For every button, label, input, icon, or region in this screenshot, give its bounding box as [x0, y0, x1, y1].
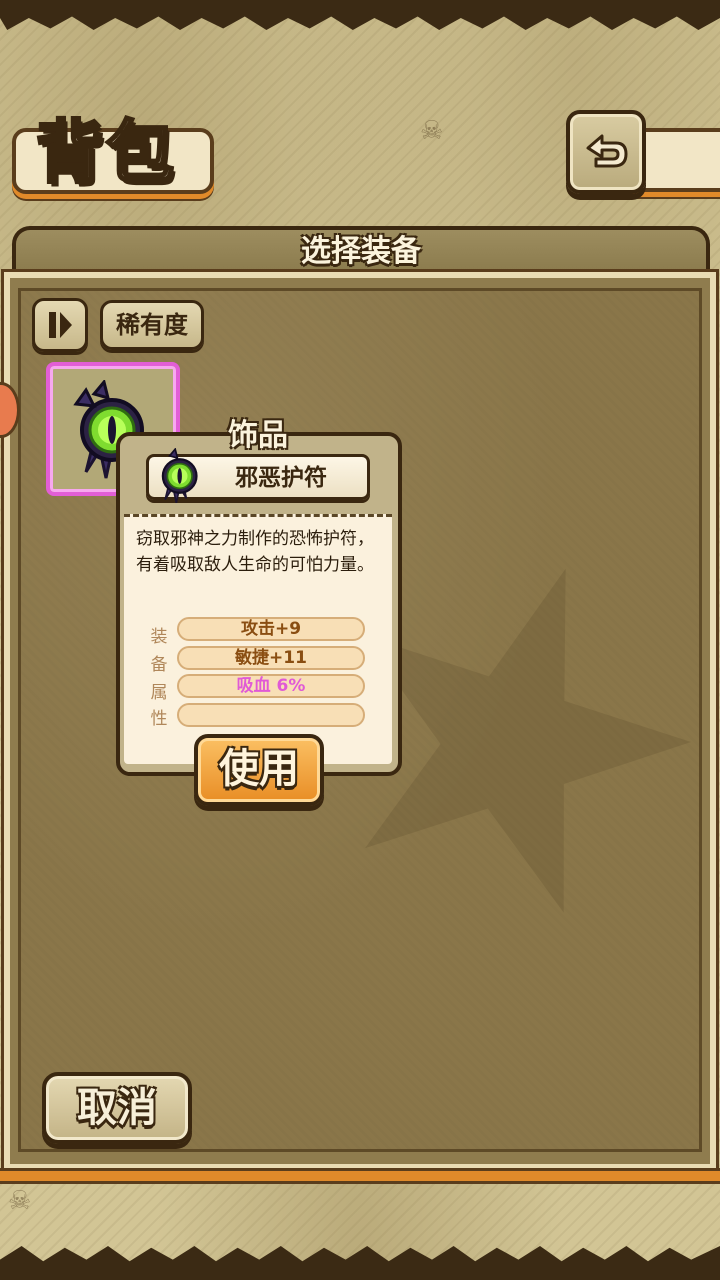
attr-empty [177, 703, 365, 727]
page-title: 背包 [35, 112, 177, 195]
panel-title: 选择装备 [301, 234, 421, 269]
sort-rarity-button[interactable]: 稀有度 [100, 300, 204, 350]
cancel-button[interactable]: 取消 [42, 1072, 192, 1144]
attr-label: 性 [150, 709, 168, 729]
return-arrow-icon [586, 134, 628, 168]
attr-label: 属 [150, 683, 168, 703]
sort-order-button[interactable] [32, 298, 88, 352]
attr-label: 装 [150, 627, 168, 647]
item-name: 邪恶护符 [235, 465, 327, 491]
item-description: 窃取邪神之力制作的恐怖护符，有着吸取敌人生命的可怕力量。 [136, 529, 374, 575]
attr-agility: 敏捷+11 [177, 646, 365, 670]
item-category: 饰品 [228, 418, 288, 453]
bottom-bar [0, 1168, 720, 1184]
use-button[interactable]: 使用 [194, 734, 324, 806]
attr-attack: 攻击+9 [177, 617, 365, 641]
attr-lifesteal: 吸血 6% [177, 674, 365, 698]
sort-toggle-icon [49, 312, 72, 338]
back-button[interactable] [566, 110, 646, 194]
tooltip-divider [124, 514, 392, 517]
attr-label: 备 [150, 655, 168, 675]
skull-icon: ☠ [8, 1186, 32, 1216]
skull-icon: ☠ [420, 116, 444, 146]
